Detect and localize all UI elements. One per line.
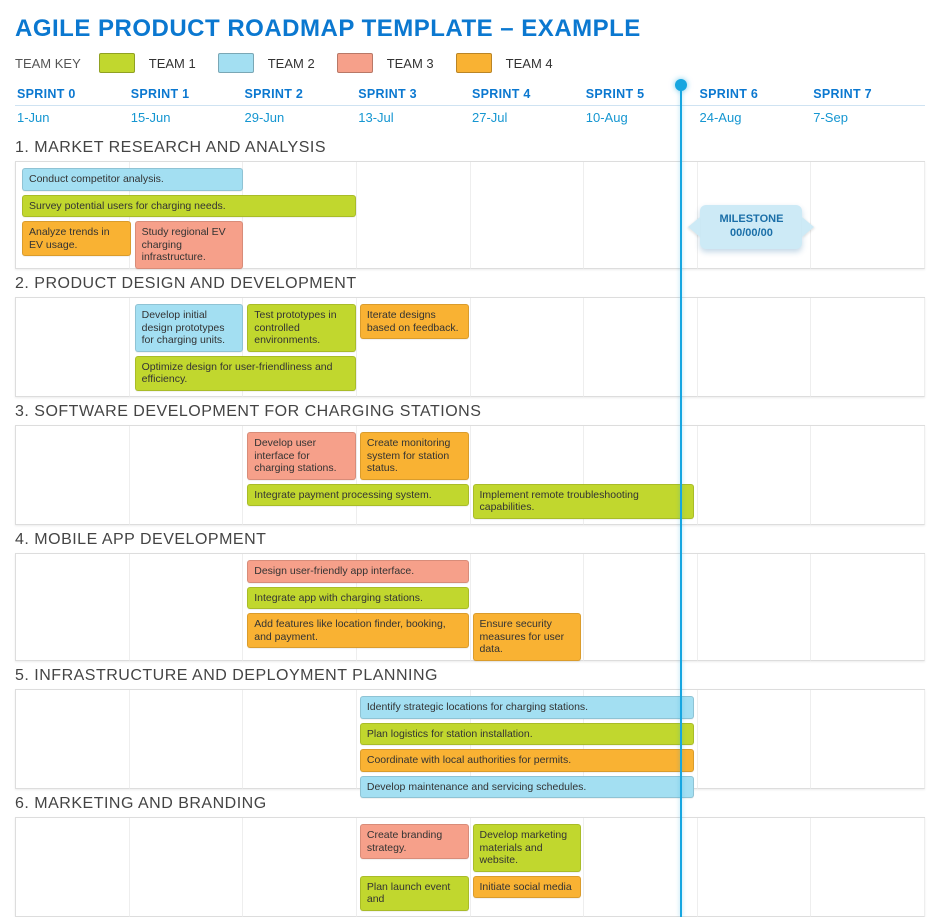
team1-label: TEAM 1 — [149, 56, 196, 71]
date-col-1: 15-Jun — [129, 108, 243, 127]
grid-cell — [811, 426, 925, 525]
milestone-title: MILESTONE — [710, 213, 792, 227]
grid-cell — [471, 298, 585, 397]
grid-cell — [16, 818, 130, 917]
grid-cell — [243, 818, 357, 917]
grid-cell — [16, 554, 130, 661]
sprint-col-3: SPRINT 3 — [356, 85, 470, 103]
task[interactable]: Develop marketing materials and website. — [473, 824, 582, 872]
date-header: 1-Jun15-Jun29-Jun13-Jul27-Jul10-Aug24-Au… — [15, 106, 925, 133]
date-col-0: 1-Jun — [15, 108, 129, 127]
task[interactable]: Design user-friendly app interface. — [247, 560, 468, 583]
team3-label: TEAM 3 — [387, 56, 434, 71]
grid-cell — [811, 554, 925, 661]
task[interactable]: Plan logistics for station installation. — [360, 723, 694, 746]
task[interactable]: Create branding strategy. — [360, 824, 469, 859]
swatch-team2 — [218, 53, 254, 73]
grid-cell — [698, 554, 812, 661]
task[interactable]: Coordinate with local authorities for pe… — [360, 749, 694, 772]
milestone-date: 00/00/00 — [710, 227, 792, 241]
grid-cell — [698, 818, 812, 917]
grid-cell — [243, 690, 357, 789]
grid-cell — [811, 690, 925, 789]
grid-cell — [698, 690, 812, 789]
date-col-7: 7-Sep — [811, 108, 925, 127]
task[interactable]: Add features like location finder, booki… — [247, 613, 468, 648]
section-title-1: 2. PRODUCT DESIGN AND DEVELOPMENT — [15, 275, 925, 293]
grid-cell — [698, 426, 812, 525]
task[interactable]: Create monitoring system for station sta… — [360, 432, 469, 480]
grid-cell — [16, 298, 130, 397]
grid-cell — [16, 426, 130, 525]
grid-cell — [471, 162, 585, 269]
task[interactable]: Test prototypes in controlled environmen… — [247, 304, 356, 352]
sprint-col-0: SPRINT 0 — [15, 85, 129, 103]
section-title-3: 4. MOBILE APP DEVELOPMENT — [15, 531, 925, 549]
date-col-6: 24-Aug — [698, 108, 812, 127]
section-title-2: 3. SOFTWARE DEVELOPMENT FOR CHARGING STA… — [15, 403, 925, 421]
task[interactable]: Optimize design for user-friendliness an… — [135, 356, 356, 391]
sprint-col-6: SPRINT 6 — [698, 85, 812, 103]
date-col-3: 13-Jul — [356, 108, 470, 127]
grid-cell — [130, 554, 244, 661]
section-grid-5: Create branding strategy.Develop marketi… — [15, 817, 925, 917]
section-grid-2: Develop user interface for charging stat… — [15, 425, 925, 525]
swatch-team1 — [99, 53, 135, 73]
grid-cell — [811, 162, 925, 269]
grid-cell — [811, 298, 925, 397]
task[interactable]: Integrate app with charging stations. — [247, 587, 468, 610]
task[interactable]: Plan launch event and — [360, 876, 469, 911]
grid-cell — [130, 690, 244, 789]
task[interactable]: Iterate designs based on feedback. — [360, 304, 469, 339]
swatch-team3 — [337, 53, 373, 73]
swatch-team4 — [456, 53, 492, 73]
grid-cell — [130, 426, 244, 525]
task[interactable]: Identify strategic locations for chargin… — [360, 696, 694, 719]
team-key-legend: TEAM KEY TEAM 1 TEAM 2 TEAM 3 TEAM 4 — [15, 53, 925, 73]
task[interactable]: Develop maintenance and servicing schedu… — [360, 776, 694, 799]
section-grid-3: Design user-friendly app interface. Integ… — [15, 553, 925, 661]
team-key-label: TEAM KEY — [15, 56, 81, 71]
date-col-2: 29-Jun — [243, 108, 357, 127]
section-grid-1: Develop initial design prototypes for ch… — [15, 297, 925, 397]
section-title-0: 1. MARKET RESEARCH AND ANALYSIS — [15, 139, 925, 157]
task[interactable]: Implement remote troubleshooting capabil… — [473, 484, 694, 519]
task[interactable]: Develop user interface for charging stat… — [247, 432, 356, 480]
section-grid-4: Identify strategic locations for chargin… — [15, 689, 925, 789]
task[interactable]: Develop initial design prototypes for ch… — [135, 304, 244, 352]
section-title-4: 5. INFRASTRUCTURE AND DEPLOYMENT PLANNIN… — [15, 667, 925, 685]
sprint-header: SPRINT 0SPRINT 1SPRINT 2SPRINT 3SPRINT 4… — [15, 85, 925, 106]
page-title: AGILE PRODUCT ROADMAP TEMPLATE – EXAMPLE — [15, 15, 925, 43]
sprint-col-7: SPRINT 7 — [811, 85, 925, 103]
team4-label: TEAM 4 — [506, 56, 553, 71]
team2-label: TEAM 2 — [268, 56, 315, 71]
task[interactable]: Conduct competitor analysis. — [22, 168, 243, 191]
task[interactable]: Study regional EV charging infrastructur… — [135, 221, 244, 269]
today-line — [680, 85, 682, 917]
task[interactable]: Ensure security measures for user data. — [473, 613, 582, 661]
milestone-badge: MILESTONE 00/00/00 — [700, 205, 802, 249]
sprint-col-1: SPRINT 1 — [129, 85, 243, 103]
grid-cell — [357, 162, 471, 269]
grid-cell — [16, 690, 130, 789]
grid-cell — [698, 298, 812, 397]
grid-cell — [811, 818, 925, 917]
date-col-4: 27-Jul — [470, 108, 584, 127]
grid-cell — [130, 818, 244, 917]
sprint-col-4: SPRINT 4 — [470, 85, 584, 103]
task[interactable]: Survey potential users for charging need… — [22, 195, 356, 218]
task[interactable]: Initiate social media — [473, 876, 582, 899]
task[interactable]: Analyze trends in EV usage. — [22, 221, 131, 256]
task[interactable]: Integrate payment processing system. — [247, 484, 468, 507]
timeline: SPRINT 0SPRINT 1SPRINT 2SPRINT 3SPRINT 4… — [15, 85, 925, 917]
sprint-col-2: SPRINT 2 — [243, 85, 357, 103]
